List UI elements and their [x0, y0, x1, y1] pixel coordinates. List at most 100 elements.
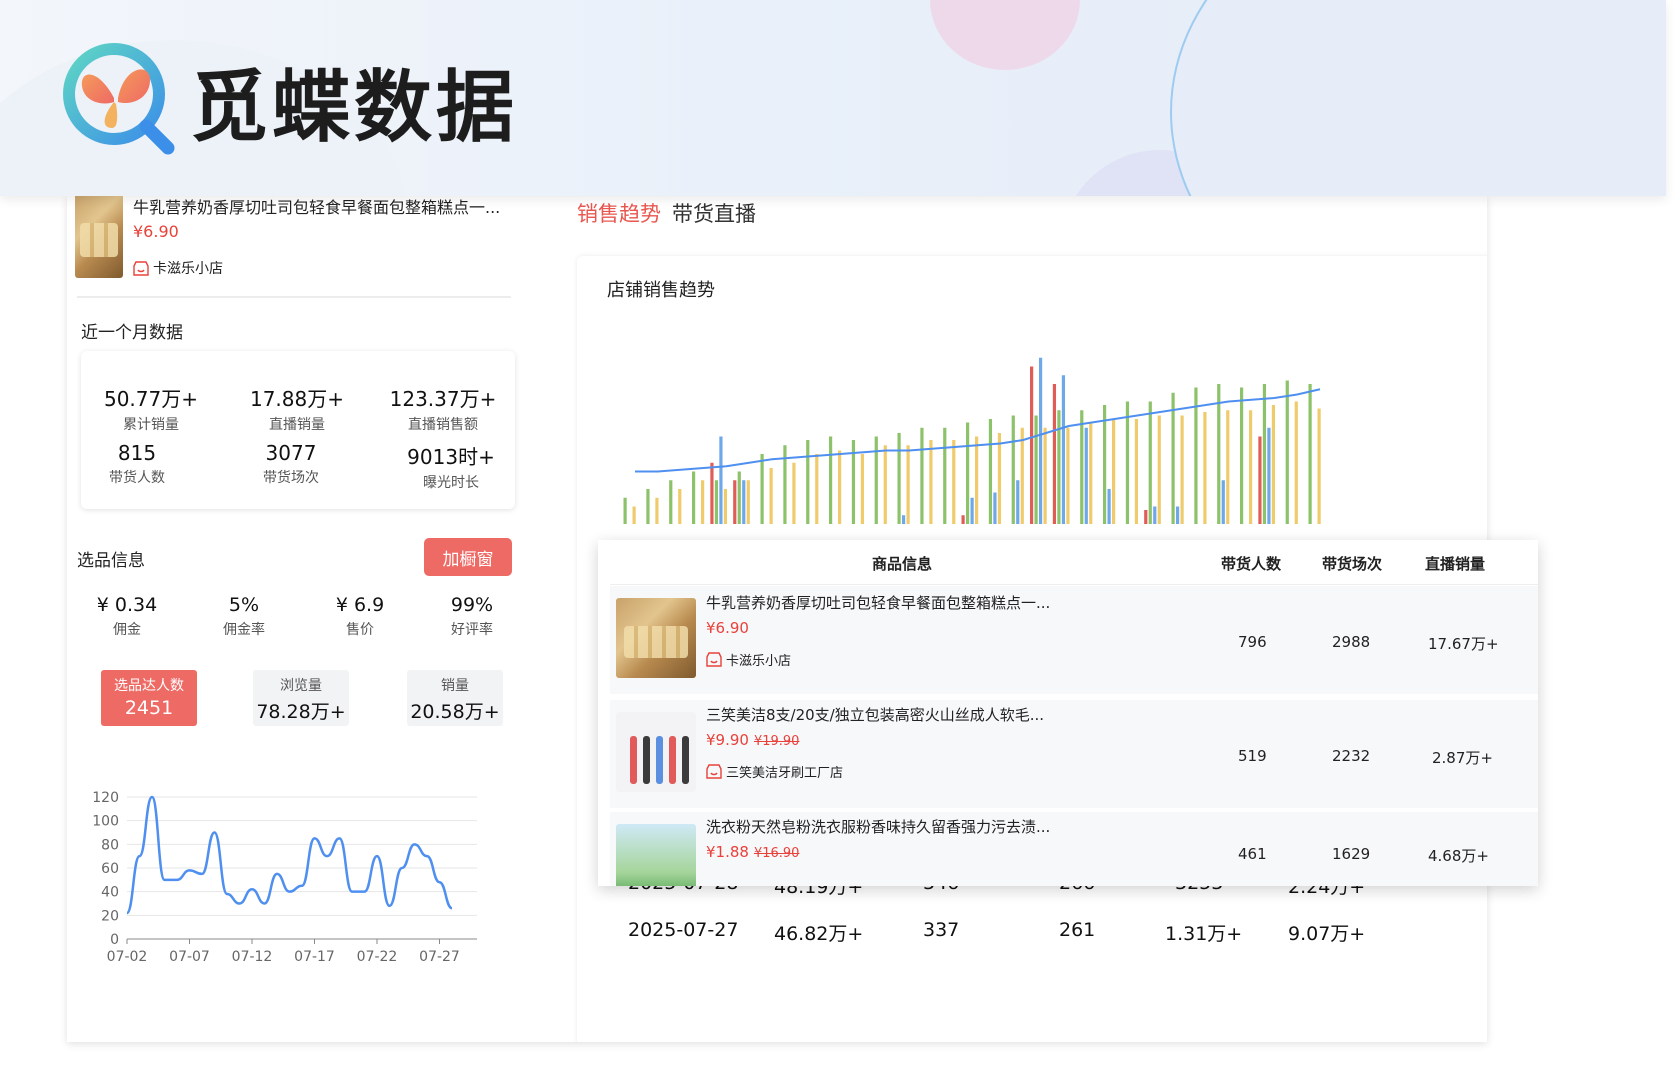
add-window-button[interactable]: 加橱窗 — [424, 538, 512, 576]
sel-label: 佣金率 — [223, 622, 265, 638]
product-thumbnail[interactable] — [616, 598, 696, 678]
divider — [77, 296, 511, 298]
bar — [714, 480, 719, 524]
stat-promoters: 815 带货人数 — [67, 441, 207, 487]
cell-live-sales: 2.87万+ — [1432, 749, 1493, 767]
bar — [1080, 410, 1084, 524]
bar — [943, 427, 947, 524]
stat-label: 直播销量 — [269, 417, 325, 433]
bar — [1171, 392, 1175, 524]
stat-value: 3077 — [265, 441, 317, 465]
x-tick-label: 07-27 — [419, 949, 460, 965]
header-divider — [610, 584, 1538, 585]
x-tick-label: 07-22 — [357, 949, 398, 965]
bar — [1176, 506, 1180, 524]
bar — [1043, 427, 1047, 524]
product-detail-panel: 牛乳营养奶香厚切吐司包轻食早餐面包整箱糕点一... ¥6.90 卡滋乐小店 近一… — [67, 196, 567, 1042]
x-tick-label: 07-17 — [294, 949, 335, 965]
bar — [906, 445, 910, 524]
product-title[interactable]: 三笑美洁8支/20支/独立包装高密火山丝成人软毛... — [706, 704, 1044, 725]
stat-label: 累计销量 — [123, 417, 179, 433]
metric-sales[interactable]: 销量 20.58万+ — [407, 670, 503, 726]
bar — [1148, 401, 1152, 524]
header-promoters[interactable]: 带货人数 — [1221, 553, 1281, 574]
product-shop[interactable]: 三笑美洁牙刷工厂店 — [706, 762, 843, 781]
tab-live-stream[interactable]: 带货直播 — [672, 198, 756, 228]
table-row[interactable]: 洗衣粉天然皂粉洗衣服粉香味持久留香强力污去渍... ¥1.88 ¥16.90 46… — [610, 812, 1538, 886]
y-tick-label: 120 — [92, 790, 119, 806]
product-thumbnail[interactable] — [616, 824, 696, 886]
cell-live-sales: 4.68万+ — [1428, 847, 1489, 865]
table-row[interactable]: 牛乳营养奶香厚切吐司包轻食早餐面包整箱糕点一... ¥6.90 卡滋乐小店 79… — [610, 586, 1538, 694]
bar — [1107, 489, 1111, 524]
bar — [1317, 408, 1321, 524]
product-title[interactable]: 牛乳营养奶香厚切吐司包轻食早餐面包整箱糕点一... — [706, 592, 1050, 613]
product-shop[interactable]: 卡滋乐小店 — [706, 650, 791, 669]
metric-label: 销量 — [441, 678, 469, 694]
bar — [1217, 384, 1221, 524]
bar — [1134, 419, 1139, 524]
stat-total-sales: 50.77万+ 累计销量 — [81, 383, 221, 434]
bar — [769, 468, 773, 524]
product-price: ¥9.90 ¥19.90 — [706, 731, 799, 749]
shop-icon — [133, 260, 149, 276]
bar — [970, 497, 974, 524]
bar — [655, 497, 659, 524]
original-price: ¥16.90 — [753, 846, 800, 861]
bar — [952, 440, 956, 524]
cell-sessions: 2988 — [1332, 633, 1371, 651]
product-title[interactable]: 洗衣粉天然皂粉洗衣服粉香味持久留香强力污去渍... — [706, 816, 1050, 837]
current-price: ¥1.88 — [706, 843, 749, 861]
bar — [1294, 401, 1298, 524]
table-row[interactable]: 三笑美洁8支/20支/独立包装高密火山丝成人软毛... ¥9.90 ¥19.90 … — [610, 700, 1538, 808]
bar — [860, 454, 865, 524]
bar — [1061, 375, 1066, 524]
product-price: ¥1.88 ¥16.90 — [706, 843, 799, 861]
stat-value: 50.77万+ — [103, 387, 198, 411]
product-title[interactable]: 牛乳营养奶香厚切吐司包轻食早餐面包整箱糕点一... — [133, 196, 500, 218]
bar — [829, 436, 833, 524]
bar — [997, 433, 1002, 524]
y-tick-label: 80 — [101, 837, 119, 853]
decor-bubble — [930, 0, 1080, 70]
header-sessions[interactable]: 带货场次 — [1322, 553, 1382, 574]
bar — [1271, 405, 1276, 524]
bar — [897, 433, 901, 524]
bar — [1011, 415, 1015, 524]
metric-views[interactable]: 浏览量 78.28万+ — [253, 670, 349, 726]
product-price: ¥6.90 — [706, 619, 749, 637]
metric-value: 2451 — [124, 697, 174, 719]
metric-selectors[interactable]: 选品达人数 2451 — [101, 670, 197, 726]
bar — [669, 480, 673, 524]
bar — [988, 419, 993, 524]
stat-exposure: 9013时+ 曝光时长 — [381, 441, 521, 492]
bar — [1084, 427, 1088, 524]
butterfly-logo-icon — [63, 43, 175, 155]
cell-value: 9.07万+ — [1288, 923, 1366, 945]
cell-sessions: 2232 — [1332, 747, 1371, 765]
trend-title: 店铺销售趋势 — [607, 280, 715, 301]
bar — [737, 471, 741, 524]
sel-label: 佣金 — [113, 622, 141, 638]
selector-trend-chart: 0 20 40 60 80 100 120 07-02 07-07 07-12 07-17 07-22… — [92, 790, 477, 965]
bar — [838, 450, 842, 524]
bar — [1308, 384, 1312, 524]
bar — [1240, 387, 1244, 524]
product-shop[interactable]: 卡滋乐小店 — [133, 258, 223, 278]
metric-label: 选品达人数 — [114, 678, 184, 694]
stat-sessions: 3077 带货场次 — [221, 441, 361, 487]
bar — [719, 436, 723, 524]
tab-sales-trend[interactable]: 销售趋势 — [577, 198, 661, 228]
stat-label: 带货人数 — [109, 470, 165, 486]
stat-label: 带货场次 — [263, 470, 319, 486]
bar — [1112, 419, 1116, 524]
bar — [1020, 427, 1024, 524]
product-thumbnail[interactable] — [616, 712, 696, 792]
stat-value: 9013时+ — [407, 445, 495, 469]
bar — [1285, 380, 1289, 524]
stat-value: 123.37万+ — [389, 387, 497, 411]
product-thumbnail[interactable] — [75, 196, 123, 278]
brand-banner: 觅蝶数据 — [0, 0, 1666, 196]
header-live-sales[interactable]: 直播销量 — [1425, 553, 1485, 574]
bar — [883, 445, 887, 524]
